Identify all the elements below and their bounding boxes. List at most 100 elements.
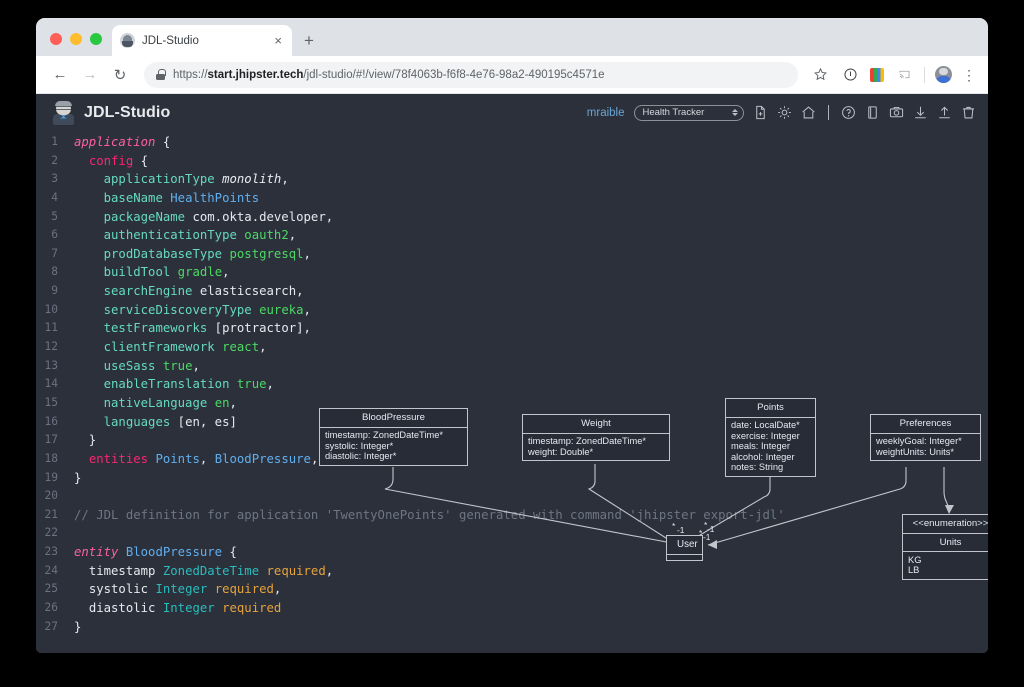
username-label[interactable]: mraible: [587, 107, 625, 119]
code-line[interactable]: 14 enableTranslation true,: [36, 375, 988, 394]
code-text: searchEngine elasticsearch,: [66, 282, 304, 301]
line-number: 24: [36, 562, 66, 581]
code-line[interactable]: 15 nativeLanguage en,: [36, 394, 988, 413]
uml-enum-value: KG: [908, 555, 988, 566]
line-number: 23: [36, 543, 66, 562]
app-brand[interactable]: JDL-Studio: [52, 101, 170, 125]
code-line[interactable]: 3 applicationType monolith,: [36, 170, 988, 189]
code-line[interactable]: 22: [36, 524, 988, 543]
code-line[interactable]: 10 serviceDiscoveryType eureka,: [36, 301, 988, 320]
browser-tab[interactable]: JDL-Studio ×: [112, 25, 292, 56]
uml-entity-title: Preferences: [871, 415, 980, 434]
header-divider: [828, 105, 830, 120]
uml-entity-body: [667, 555, 702, 560]
browser-menu-icon[interactable]: ⋮: [962, 68, 976, 82]
code-line[interactable]: 20: [36, 487, 988, 506]
code-line[interactable]: 27}: [36, 618, 988, 637]
code-line[interactable]: 2 config {: [36, 152, 988, 171]
uml-attr: exercise: Integer: [731, 431, 810, 442]
code-line[interactable]: 4 baseName HealthPoints: [36, 189, 988, 208]
line-number: 17: [36, 431, 66, 450]
reload-icon[interactable]: ↻: [108, 63, 132, 87]
code-line[interactable]: 24 timestamp ZonedDateTime required,: [36, 562, 988, 581]
code-line[interactable]: 17 }: [36, 431, 988, 450]
browser-tab-title: JDL-Studio: [142, 35, 265, 47]
browser-window: JDL-Studio × + ← → ↻ https://start.jhips…: [36, 18, 988, 653]
extension-icon[interactable]: [870, 68, 884, 82]
code-line[interactable]: 8 buildTool gradle,: [36, 263, 988, 282]
code-line[interactable]: 6 authenticationType oauth2,: [36, 226, 988, 245]
upload-icon[interactable]: [937, 105, 952, 120]
profile-avatar[interactable]: [935, 66, 952, 83]
code-text: }: [66, 469, 81, 488]
omnibox-actions: ⋮: [810, 65, 976, 85]
line-number: 4: [36, 189, 66, 208]
uml-entity-preferences[interactable]: Preferences weeklyGoal: Integer* weightU…: [870, 414, 981, 461]
uml-entity-user[interactable]: User: [666, 535, 703, 561]
uml-enumeration-units[interactable]: <<enumeration>> Units KG LB: [902, 514, 988, 580]
code-text: // JDL definition for application 'Twent…: [66, 506, 785, 525]
bookmark-star-icon[interactable]: [810, 65, 830, 85]
cast-icon[interactable]: [894, 65, 914, 85]
new-tab-button[interactable]: +: [304, 32, 314, 49]
code-text: }: [66, 431, 96, 450]
uml-entity-weight[interactable]: Weight timestamp: ZonedDateTime* weight:…: [522, 414, 670, 461]
back-icon[interactable]: ←: [48, 63, 72, 87]
close-tab-icon[interactable]: ×: [272, 34, 284, 47]
uml-attr: timestamp: ZonedDateTime*: [528, 436, 664, 447]
maximize-window-button[interactable]: [90, 33, 102, 45]
line-number: 18: [36, 450, 66, 469]
download-icon[interactable]: [913, 105, 928, 120]
url-input[interactable]: https://start.jhipster.tech/jdl-studio/#…: [144, 62, 798, 88]
code-line[interactable]: 16 languages [en, es]: [36, 413, 988, 432]
code-line[interactable]: 12 clientFramework react,: [36, 338, 988, 357]
forward-icon[interactable]: →: [78, 63, 102, 87]
code-line[interactable]: 11 testFrameworks [protractor],: [36, 319, 988, 338]
project-select[interactable]: Health Tracker: [634, 105, 744, 121]
chevron-updown-icon: [732, 109, 738, 116]
code-line[interactable]: 9 searchEngine elasticsearch,: [36, 282, 988, 301]
new-file-icon[interactable]: [753, 105, 768, 120]
uml-enum-value: LB: [908, 565, 988, 576]
close-window-button[interactable]: [50, 33, 62, 45]
uml-entity-points[interactable]: Points date: LocalDate* exercise: Intege…: [725, 398, 816, 477]
code-text: baseName HealthPoints: [66, 189, 259, 208]
settings-gear-icon[interactable]: [777, 105, 792, 120]
code-line[interactable]: 23entity BloodPressure {: [36, 543, 988, 562]
help-circle-icon[interactable]: [841, 105, 856, 120]
jdl-editor[interactable]: 1application {2 config {3 applicationTyp…: [36, 131, 988, 653]
code-line[interactable]: 5 packageName com.okta.developer,: [36, 208, 988, 227]
line-number: 9: [36, 282, 66, 301]
code-text: enableTranslation true,: [66, 375, 274, 394]
jhipster-avatar-icon: [52, 101, 75, 125]
uml-enum-values: KG LB: [903, 552, 988, 579]
trash-icon[interactable]: [961, 105, 976, 120]
code-line[interactable]: 13 useSass true,: [36, 357, 988, 376]
uml-attr: alcohol: Integer: [731, 452, 810, 463]
code-text: entity BloodPressure {: [66, 543, 237, 562]
code-line[interactable]: 25 systolic Integer required,: [36, 580, 988, 599]
code-lines: 1application {2 config {3 applicationTyp…: [36, 131, 988, 636]
uml-entity-title: BloodPressure: [320, 409, 467, 428]
app-title: JDL-Studio: [84, 104, 170, 122]
code-line[interactable]: 26 diastolic Integer required: [36, 599, 988, 618]
code-line[interactable]: 7 prodDatabaseType postgresql,: [36, 245, 988, 264]
code-line[interactable]: 18 entities Points, BloodPressure, Weigh…: [36, 450, 988, 469]
uml-entity-attributes: timestamp: ZonedDateTime* weight: Double…: [523, 434, 669, 461]
info-circle-icon[interactable]: [840, 65, 860, 85]
camera-icon[interactable]: [889, 105, 904, 120]
uml-attr: date: LocalDate*: [731, 420, 810, 431]
uml-attr: notes: String: [731, 462, 810, 473]
code-line[interactable]: 1application {: [36, 133, 988, 152]
book-icon[interactable]: [865, 105, 880, 120]
line-number: 10: [36, 301, 66, 320]
home-icon[interactable]: [801, 105, 816, 120]
line-number: 11: [36, 319, 66, 338]
minimize-window-button[interactable]: [70, 33, 82, 45]
project-select-value: Health Tracker: [643, 107, 732, 118]
uml-entity-bloodpressure[interactable]: BloodPressure timestamp: ZonedDateTime* …: [319, 408, 468, 466]
code-line[interactable]: 21// JDL definition for application 'Twe…: [36, 506, 988, 525]
code-line[interactable]: 19}: [36, 469, 988, 488]
code-text: serviceDiscoveryType eureka,: [66, 301, 311, 320]
line-number: 13: [36, 357, 66, 376]
